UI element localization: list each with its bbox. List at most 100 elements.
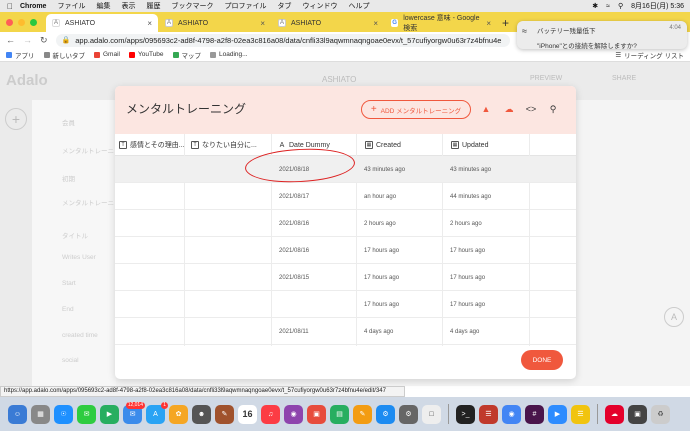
safari-icon[interactable]: ☉ (54, 404, 73, 424)
slack-icon[interactable]: # (525, 404, 544, 424)
menu-clock[interactable]: 8月16日(月) 5:36 (631, 1, 684, 11)
panel-item[interactable]: created time (62, 332, 98, 339)
menu-history[interactable]: 履歴 (146, 1, 160, 11)
share-button[interactable]: SHARE (612, 75, 636, 82)
tab-ashiato-3[interactable]: A ASHIATO × (272, 14, 384, 32)
forward-icon[interactable]: → (23, 35, 32, 45)
column-header-created[interactable]: ▦ Created (365, 134, 445, 156)
done-button[interactable]: DONE (521, 350, 563, 370)
new-tab-button[interactable]: + (502, 16, 509, 30)
bookmark-apps[interactable]: アプリ (6, 50, 35, 60)
battery-notification[interactable]: ≈ 4:04 バッテリー残量低下 "iPhone"との接続を解除しますか? (517, 21, 687, 50)
keynote-icon[interactable]: ▣ (307, 404, 326, 424)
menu-help[interactable]: ヘルプ (348, 1, 369, 11)
column-header-updated[interactable]: ▦ Updated (451, 134, 531, 156)
add-record-button[interactable]: + ADD メンタルトレーニング (361, 100, 471, 119)
preview-app-icon[interactable]: □ (422, 404, 441, 424)
apple-icon[interactable]:  (0, 2, 20, 11)
mail-icon[interactable]: ✉ 12,014 (123, 401, 145, 424)
reading-list[interactable]: ☰ リーディング リスト (615, 50, 690, 60)
table-row[interactable]: 2021/08/16 17 hours ago 17 hours ago (115, 237, 576, 264)
table-row[interactable]: 2021/08/18 43 minutes ago 43 minutes ago (115, 156, 576, 183)
appstore-icon[interactable]: A1 (146, 401, 168, 424)
panel-item[interactable]: 会員 (62, 117, 75, 127)
menu-profile[interactable]: プロファイル (224, 1, 266, 11)
table-row[interactable]: 2021/08/17 an hour ago 44 minutes ago (115, 183, 576, 210)
contacts-icon[interactable]: ☻ (192, 404, 211, 424)
column-header-ideal-self[interactable]: T なりたい自分に... (191, 134, 271, 156)
database-icon[interactable]: ☰ (479, 404, 498, 424)
close-tab-icon[interactable]: × (260, 19, 265, 28)
table-row[interactable]: 2021/08/16 2 hours ago 2 hours ago (115, 210, 576, 237)
adalo-help-icon[interactable]: A (664, 307, 684, 327)
menu-window[interactable]: ウィンドウ (302, 1, 337, 11)
creative-cloud-icon[interactable]: ☁ (605, 404, 624, 424)
tab-ashiato-2[interactable]: A ASHIATO × (159, 14, 271, 32)
search-icon[interactable]: ⚲ (618, 2, 623, 10)
tab-ashiato-1[interactable]: A ASHIATO × (46, 14, 158, 32)
cell-created: an hour ago (364, 193, 397, 200)
photos-icon[interactable]: ✿ (169, 404, 188, 424)
menu-app-name[interactable]: Chrome (20, 3, 46, 10)
messages-icon[interactable]: ✉ (77, 404, 96, 424)
trash-icon[interactable]: ♻ (651, 404, 670, 424)
podcasts-icon[interactable]: ◉ (284, 404, 303, 424)
bookmark-new-tab[interactable]: 新しいタブ (43, 50, 85, 60)
menu-edit[interactable]: 編集 (96, 1, 110, 11)
calendar-icon[interactable]: 16 (238, 404, 257, 424)
panel-item[interactable]: タイトル (62, 230, 88, 240)
panel-item[interactable]: social (62, 357, 79, 364)
numbers-icon[interactable]: ▤ (330, 404, 349, 424)
terminal-icon[interactable]: >_ (456, 404, 475, 424)
notes-icon[interactable]: ✎ (215, 404, 234, 424)
menu-view[interactable]: 表示 (121, 1, 135, 11)
maximize-window-icon[interactable] (30, 19, 37, 26)
code-icon[interactable]: <> (525, 102, 537, 116)
system-preferences-icon[interactable]: ⚙ (399, 404, 418, 424)
table-row[interactable]: 2021/08/11 4 days ago 4 days ago (115, 318, 576, 345)
preview-button[interactable]: PREVIEW (530, 75, 562, 82)
menu-file[interactable]: ファイル (57, 1, 85, 11)
screen-capture-icon[interactable]: ▣ (628, 404, 647, 424)
pages-icon[interactable]: ✎ (353, 404, 372, 424)
bookmark-youtube[interactable]: YouTube (128, 51, 164, 58)
reload-icon[interactable]: ↻ (40, 35, 48, 46)
music-icon[interactable]: ♫ (261, 404, 280, 424)
back-icon[interactable]: ← (6, 35, 15, 45)
panel-item[interactable]: Writes User (62, 254, 96, 261)
search-icon[interactable]: ⚲ (547, 102, 559, 116)
wifi-icon[interactable]: ≈ (606, 3, 610, 10)
minimize-window-icon[interactable] (18, 19, 25, 26)
bookmark-maps[interactable]: マップ (172, 50, 201, 60)
panel-item[interactable]: End (62, 306, 74, 313)
zoom-icon[interactable]: ▶ (548, 404, 567, 424)
upload-csv-icon[interactable]: ▲ (480, 102, 492, 116)
tab-google-search[interactable]: G lowercase 意味 - Google 検索 × (385, 14, 497, 32)
panel-item[interactable]: 初期 (62, 173, 75, 183)
xcode-icon[interactable]: ⚙ (376, 404, 395, 424)
facetime-icon[interactable]: ▶ (100, 404, 119, 424)
lock-icon[interactable]: 🔒 (62, 36, 71, 44)
add-component-button[interactable]: + (5, 108, 27, 130)
menu-tab[interactable]: タブ (277, 1, 291, 11)
close-tab-icon[interactable]: × (147, 19, 152, 28)
close-window-icon[interactable] (6, 19, 13, 26)
cloud-download-icon[interactable]: ☁ (503, 102, 515, 116)
table-row[interactable]: 17 hours ago 17 hours ago (115, 291, 576, 318)
column-header-feeling[interactable]: T 感情とその理由... (119, 134, 185, 156)
close-tab-icon[interactable]: × (486, 19, 491, 28)
table-row[interactable]: 2021/08/15 17 hours ago 17 hours ago (115, 264, 576, 291)
close-tab-icon[interactable]: × (373, 19, 378, 28)
bookmark-gmail[interactable]: Gmail (94, 51, 120, 58)
notes-app-icon[interactable]: ☰ (571, 404, 590, 424)
panel-item[interactable]: Start (62, 280, 76, 287)
launchpad-icon[interactable]: ▦ (31, 404, 50, 424)
bookmark-loading[interactable]: Loading... (210, 51, 248, 58)
bluetooth-icon[interactable]: ✱ (592, 2, 598, 10)
url-field[interactable]: 🔒 app.adalo.com/apps/095693c2-ad8f-4798-… (55, 33, 510, 47)
finder-icon[interactable]: ☺ (8, 404, 27, 424)
menu-bookmarks[interactable]: ブックマーク (171, 1, 213, 11)
editor-app-name[interactable]: ASHIATO (322, 75, 356, 84)
column-header-date-dummy[interactable]: A Date Dummy (278, 134, 358, 156)
chrome-icon[interactable]: ◉ (502, 404, 521, 424)
